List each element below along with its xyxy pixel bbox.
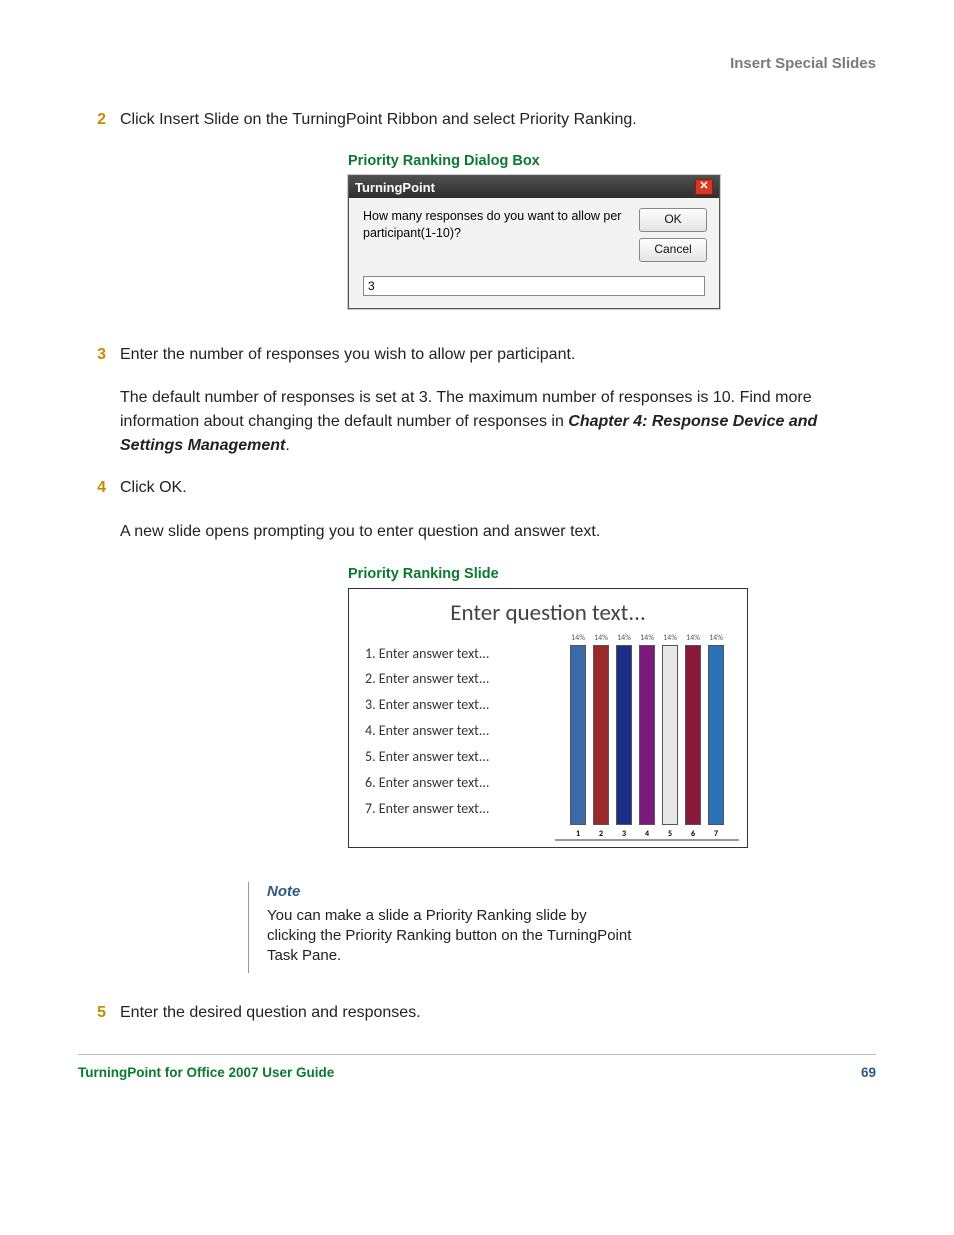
dialog-question: How many responses do you want to allow … — [363, 208, 639, 262]
note-text: You can make a slide a Priority Ranking … — [267, 906, 637, 967]
answer-item: 6. Enter answer text... — [365, 770, 555, 796]
dialog-titlebar: TurningPoint ✕ — [349, 176, 719, 198]
chart-bar: 14% 2 — [593, 633, 609, 839]
bar-rect — [708, 645, 724, 825]
bar-rect — [593, 645, 609, 825]
bar-rect — [662, 645, 678, 825]
answer-item: 4. Enter answer text... — [365, 718, 555, 744]
section-header: Insert Special Slides — [78, 55, 876, 72]
answer-item: 5. Enter answer text... — [365, 744, 555, 770]
bar-category-label: 2 — [599, 829, 603, 839]
answer-item: 1. Enter answer text... — [365, 641, 555, 667]
dialog-title: TurningPoint — [355, 180, 435, 195]
step-text: Enter the number of responses you wish t… — [120, 343, 876, 366]
note-rule — [248, 882, 249, 973]
answer-item: 2. Enter answer text... — [365, 666, 555, 692]
bar-percent-label: 14% — [571, 633, 585, 643]
figure-caption: Priority Ranking Dialog Box — [348, 153, 876, 169]
bar-category-label: 1 — [576, 829, 580, 839]
figure-caption: Priority Ranking Slide — [348, 566, 876, 582]
step-text: Click Insert Slide on the TurningPoint R… — [120, 108, 876, 131]
ok-button[interactable]: OK — [639, 208, 707, 232]
answer-list: 1. Enter answer text... 2. Enter answer … — [357, 641, 555, 841]
dialog-box: TurningPoint ✕ How many responses do you… — [348, 175, 720, 309]
step-2: 2 Click Insert Slide on the TurningPoint… — [78, 108, 876, 131]
step-3-detail: The default number of responses is set a… — [120, 386, 876, 458]
text-part: . — [285, 437, 289, 454]
page-number: 69 — [861, 1065, 876, 1080]
step-number: 3 — [78, 343, 120, 366]
step-number: 4 — [78, 476, 120, 499]
bar-rect — [639, 645, 655, 825]
step-number: 5 — [78, 1001, 120, 1024]
bar-percent-label: 14% — [709, 633, 723, 643]
responses-input[interactable] — [363, 276, 705, 296]
bar-percent-label: 14% — [594, 633, 608, 643]
chart-bar: 14% 3 — [616, 633, 632, 839]
bar-rect — [685, 645, 701, 825]
close-icon[interactable]: ✕ — [695, 179, 713, 195]
answer-item: 3. Enter answer text... — [365, 692, 555, 718]
chart-bar: 14% 6 — [685, 633, 701, 839]
footer-title: TurningPoint for Office 2007 User Guide — [78, 1065, 334, 1080]
step-4-detail: A new slide opens prompting you to enter… — [120, 520, 876, 544]
step-3: 3 Enter the number of responses you wish… — [78, 343, 876, 366]
step-5: 5 Enter the desired question and respons… — [78, 1001, 876, 1024]
step-text: Click OK. — [120, 476, 876, 499]
chart-bar: 14% 7 — [708, 633, 724, 839]
note-block: Note You can make a slide a Priority Ran… — [248, 882, 876, 973]
bar-percent-label: 14% — [617, 633, 631, 643]
step-number: 2 — [78, 108, 120, 131]
cancel-button[interactable]: Cancel — [639, 238, 707, 262]
step-text: Enter the desired question and responses… — [120, 1001, 876, 1024]
bar-category-label: 6 — [691, 829, 695, 839]
bar-category-label: 4 — [645, 829, 649, 839]
figure-slide: Priority Ranking Slide Enter question te… — [348, 566, 876, 848]
bar-rect — [616, 645, 632, 825]
slide-title: Enter question text... — [357, 599, 739, 627]
slide-chart: 14%114%214%314%414%514%614%7 — [555, 641, 739, 841]
page-footer: TurningPoint for Office 2007 User Guide … — [78, 1054, 876, 1080]
chart-bar: 14% 4 — [639, 633, 655, 839]
note-heading: Note — [267, 882, 637, 902]
bar-percent-label: 14% — [640, 633, 654, 643]
chart-bar: 14% 5 — [662, 633, 678, 839]
chart-bar: 14% 1 — [570, 633, 586, 839]
bar-category-label: 5 — [668, 829, 672, 839]
answer-item: 7. Enter answer text... — [365, 796, 555, 822]
bar-category-label: 7 — [714, 829, 718, 839]
bar-category-label: 3 — [622, 829, 626, 839]
figure-dialog: Priority Ranking Dialog Box TurningPoint… — [348, 153, 876, 309]
bar-rect — [570, 645, 586, 825]
step-4: 4 Click OK. — [78, 476, 876, 499]
bar-percent-label: 14% — [686, 633, 700, 643]
slide-preview: Enter question text... 1. Enter answer t… — [348, 588, 748, 848]
bar-percent-label: 14% — [663, 633, 677, 643]
